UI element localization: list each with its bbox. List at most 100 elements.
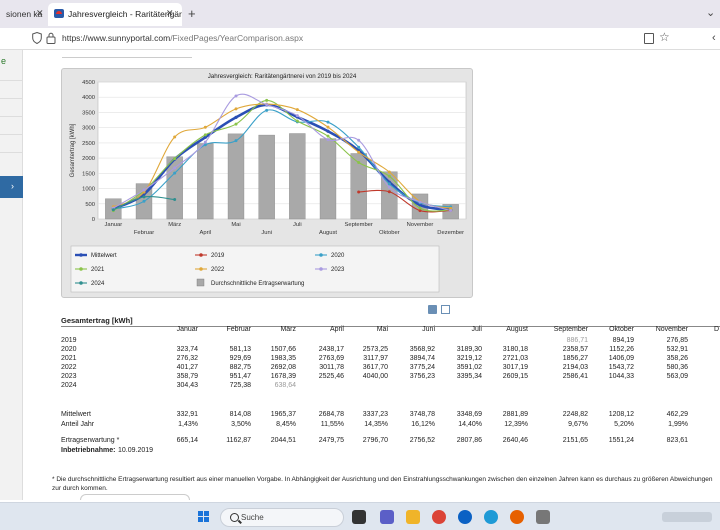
table-header-cell: März: [280, 326, 296, 333]
commissioning-date: 10.09.2019: [118, 447, 154, 454]
table-row-label: Mittelwert: [61, 411, 91, 418]
series-point: [142, 199, 146, 203]
file-explorer-icon[interactable]: [406, 510, 420, 524]
sidebar-letter[interactable]: e: [1, 56, 6, 66]
browser-tab-active[interactable]: Jahresvergleich - Raritätengärtnerei: [48, 3, 182, 26]
table-cell: 8,45%: [276, 421, 296, 428]
x-tick-label: Oktober: [379, 230, 400, 236]
sidebar-item-selected[interactable]: ›: [0, 176, 23, 198]
table-cell: 4040,00: [362, 373, 388, 380]
close-tab-icon[interactable]: ✕: [166, 9, 174, 18]
taskbar-search-box[interactable]: Suche: [220, 508, 344, 527]
lock-icon[interactable]: [46, 32, 56, 44]
system-tray[interactable]: [662, 512, 712, 522]
table-header-cell: Mai: [376, 326, 388, 333]
series-point: [203, 133, 207, 137]
series-point: [387, 190, 391, 194]
table-header-cell: Oktober: [609, 326, 634, 333]
tab-title: Jahresvergleich - Raritätengärtnerei: [68, 9, 182, 19]
app-icon[interactable]: [458, 510, 472, 524]
series-point: [357, 190, 361, 194]
table-cell: 323,74: [176, 346, 198, 353]
shield-icon[interactable]: [32, 32, 42, 44]
table-header-cell: Juni: [422, 326, 435, 333]
expectation-bar: [258, 134, 275, 220]
chart-panel: Jahresvergleich: Raritätengärtnerei von …: [61, 68, 473, 298]
x-tick-label: Juni: [261, 230, 272, 236]
task-view-icon[interactable]: [352, 510, 366, 524]
table-cell: 2692,08: [270, 364, 296, 371]
series-point: [418, 206, 422, 210]
export-icon[interactable]: [428, 305, 437, 314]
year-comparison-chart: Jahresvergleich: Raritätengärtnerei von …: [70, 73, 467, 293]
series-point: [418, 200, 422, 204]
series-point: [295, 108, 299, 112]
address-bar[interactable]: https://www.sunnyportal.com/FixedPages/Y…: [62, 33, 303, 43]
table-cell: 1983,35: [270, 355, 296, 362]
table-cell: 3117,97: [363, 355, 388, 362]
firefox-icon[interactable]: [510, 510, 524, 524]
y-tick-label: 3500: [82, 110, 95, 116]
table-header-cell: August: [506, 326, 528, 333]
table-cell: 2609,15: [502, 373, 528, 380]
series-point: [265, 108, 269, 112]
series-point: [326, 138, 330, 142]
table-cell: 1044,33: [608, 373, 634, 380]
expectation-bar: [197, 143, 214, 220]
fullscreen-icon[interactable]: [441, 305, 450, 314]
series-point: [387, 182, 391, 186]
close-tab-icon[interactable]: ✕: [36, 9, 44, 18]
table-cell: 3894,74: [409, 355, 435, 362]
edge-icon[interactable]: [484, 510, 498, 524]
teams-icon[interactable]: [380, 510, 394, 524]
table-cell: 1,99%: [668, 421, 688, 428]
table-title: Gesamtertrag [kWh]: [61, 316, 133, 325]
table-cell: 2881,89: [502, 411, 528, 418]
table-cell: 401,27: [176, 364, 198, 371]
windows-taskbar: Suche: [0, 502, 720, 530]
table-cell: 304,43: [176, 382, 198, 389]
series-point: [142, 188, 146, 192]
legend-entry: 2021: [91, 267, 105, 273]
y-tick-label: 2500: [82, 141, 95, 147]
table-cell: 5,20%: [614, 421, 634, 428]
x-tick-label: Februar: [134, 230, 154, 236]
app-icon[interactable]: [536, 510, 550, 524]
bookmark-star-icon[interactable]: ☆: [659, 30, 670, 44]
footer-button[interactable]: [80, 494, 190, 500]
y-axis-label: Gesamtertrag [kWh]: [70, 123, 76, 177]
series-point: [173, 171, 177, 175]
chart-title: Jahresvergleich: Raritätengärtnerei von …: [208, 73, 357, 80]
legend-swatch-point: [79, 253, 83, 257]
table-cell: 2721,03: [502, 355, 528, 362]
overflow-chevron-icon[interactable]: ‹: [712, 32, 716, 44]
windows-start-icon[interactable]: [198, 511, 210, 523]
y-tick-label: 1000: [82, 187, 95, 193]
chart-tab-strip: [62, 50, 192, 58]
new-tab-plus-icon[interactable]: +: [188, 6, 196, 21]
series-point: [326, 129, 330, 133]
series-point: [173, 166, 177, 170]
table-cell: 276,85: [666, 337, 688, 344]
table-row-label: 2022: [61, 364, 77, 371]
chrome-icon[interactable]: [432, 510, 446, 524]
series-point: [203, 140, 207, 144]
sidebar-arrow-icon: ›: [11, 181, 14, 191]
x-tick-label: September: [344, 222, 372, 228]
series-point: [265, 103, 269, 107]
table-row-label: 2024: [61, 382, 77, 389]
reader-view-icon[interactable]: [644, 33, 654, 44]
table-cell: 665,14: [176, 437, 198, 444]
series-point: [326, 125, 330, 129]
series-point: [203, 125, 207, 129]
series-point: [357, 145, 361, 149]
search-label: Suche: [241, 513, 264, 522]
left-sidebar: e ›: [0, 50, 23, 500]
table-cell: 563,09: [666, 373, 688, 380]
tab-list-chevron-icon[interactable]: ⌄: [706, 6, 715, 19]
series-point: [173, 157, 177, 161]
x-tick-label: Juli: [293, 222, 302, 228]
legend-entry: 2022: [211, 267, 225, 273]
footnote: * Die durchschnittliche Ertragserwartung…: [52, 476, 713, 492]
browser-tab-bar: sionen ka ✕ Jahresvergleich - Raritäteng…: [0, 0, 720, 28]
